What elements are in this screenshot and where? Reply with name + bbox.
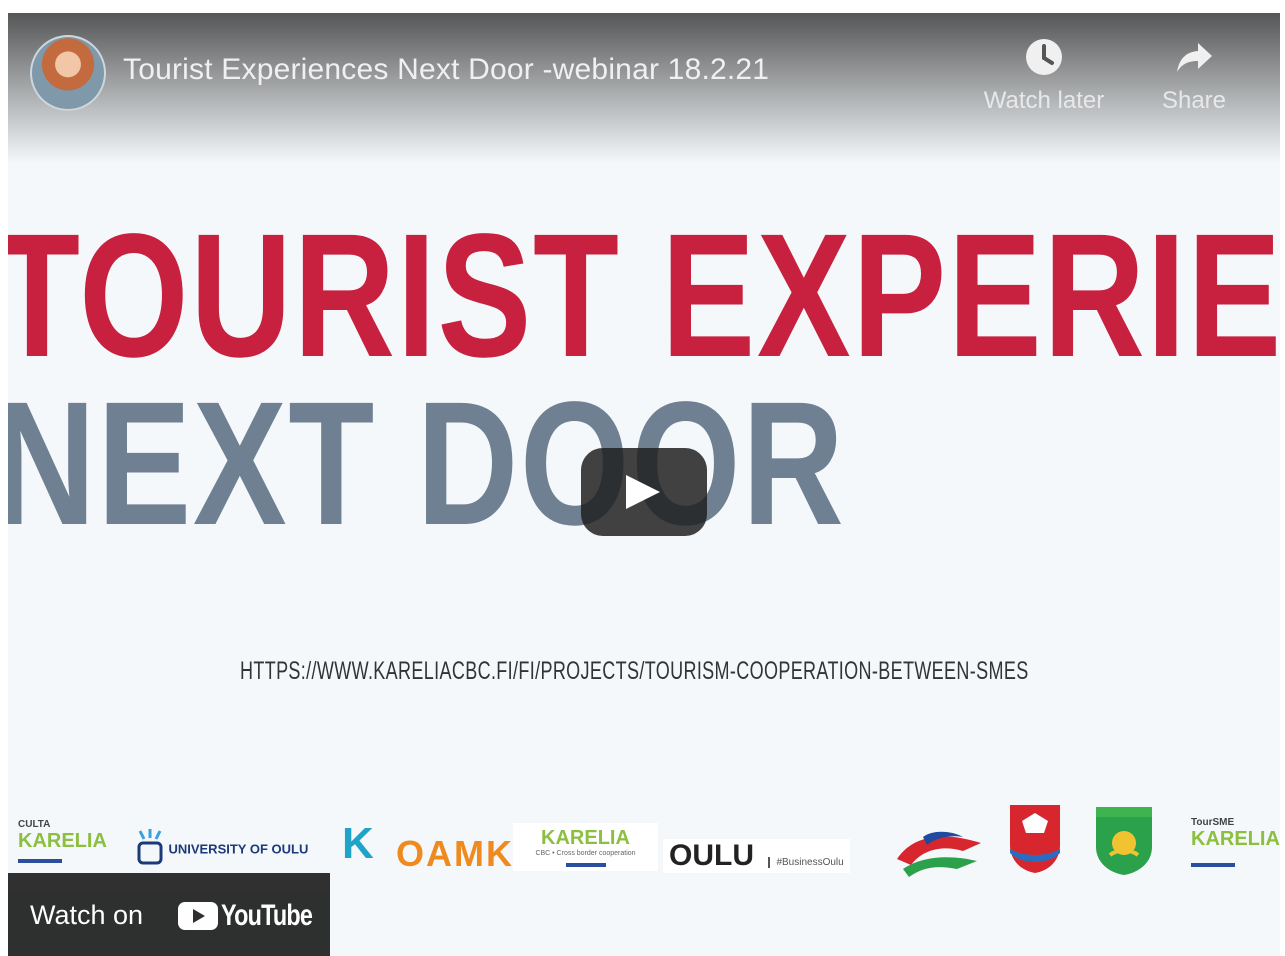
play-button[interactable] — [581, 448, 707, 536]
coat-of-arms-green-icon — [1096, 807, 1152, 875]
clock-icon — [1026, 39, 1062, 75]
youtube-play-icon — [178, 902, 218, 930]
oamk-logo: OAMK — [396, 833, 514, 874]
youtube-wordmark: YouTube — [221, 899, 313, 932]
coat-of-arms-red-icon — [1010, 805, 1060, 873]
regional-emblem-icon — [897, 831, 981, 877]
share-label: Share — [1161, 87, 1227, 114]
k-logo: K — [342, 819, 374, 868]
play-icon — [626, 475, 660, 509]
share-button[interactable]: Share — [1124, 37, 1264, 115]
karelia-cbc-logo: KARELIA CBC • Cross border cooperation — [513, 823, 658, 871]
business-oulu-logo: OULU #BusinessOulu — [663, 839, 850, 873]
share-arrow-icon — [1177, 43, 1212, 72]
culta-karelia-logo: CULTA KARELIA — [18, 819, 107, 863]
video-player[interactable]: Tourist Experiences Next Door -webinar 1… — [8, 13, 1280, 956]
toursme-karelia-logo: TourSME KARELIA — [1191, 817, 1280, 867]
watch-on-youtube-button[interactable]: Watch on YouTube — [8, 873, 330, 956]
channel-avatar[interactable] — [30, 35, 106, 111]
slide-subheadline: NEXT DOOR — [8, 366, 846, 562]
watch-later-label: Watch later — [983, 87, 1105, 114]
watch-on-label: Watch on — [30, 900, 144, 930]
university-emblem-icon — [137, 829, 163, 865]
slide-url: HTTPS://WWW.KARELIACBC.FI/FI/PROJECTS/TO… — [240, 657, 1029, 685]
watch-later-button[interactable]: Watch later — [974, 37, 1114, 115]
university-of-oulu-logo: UNIVERSITY OF OULU — [136, 829, 308, 869]
video-title[interactable]: Tourist Experiences Next Door -webinar 1… — [123, 53, 769, 87]
slide-headline: TOURIST EXPERIENCES — [8, 198, 1280, 394]
